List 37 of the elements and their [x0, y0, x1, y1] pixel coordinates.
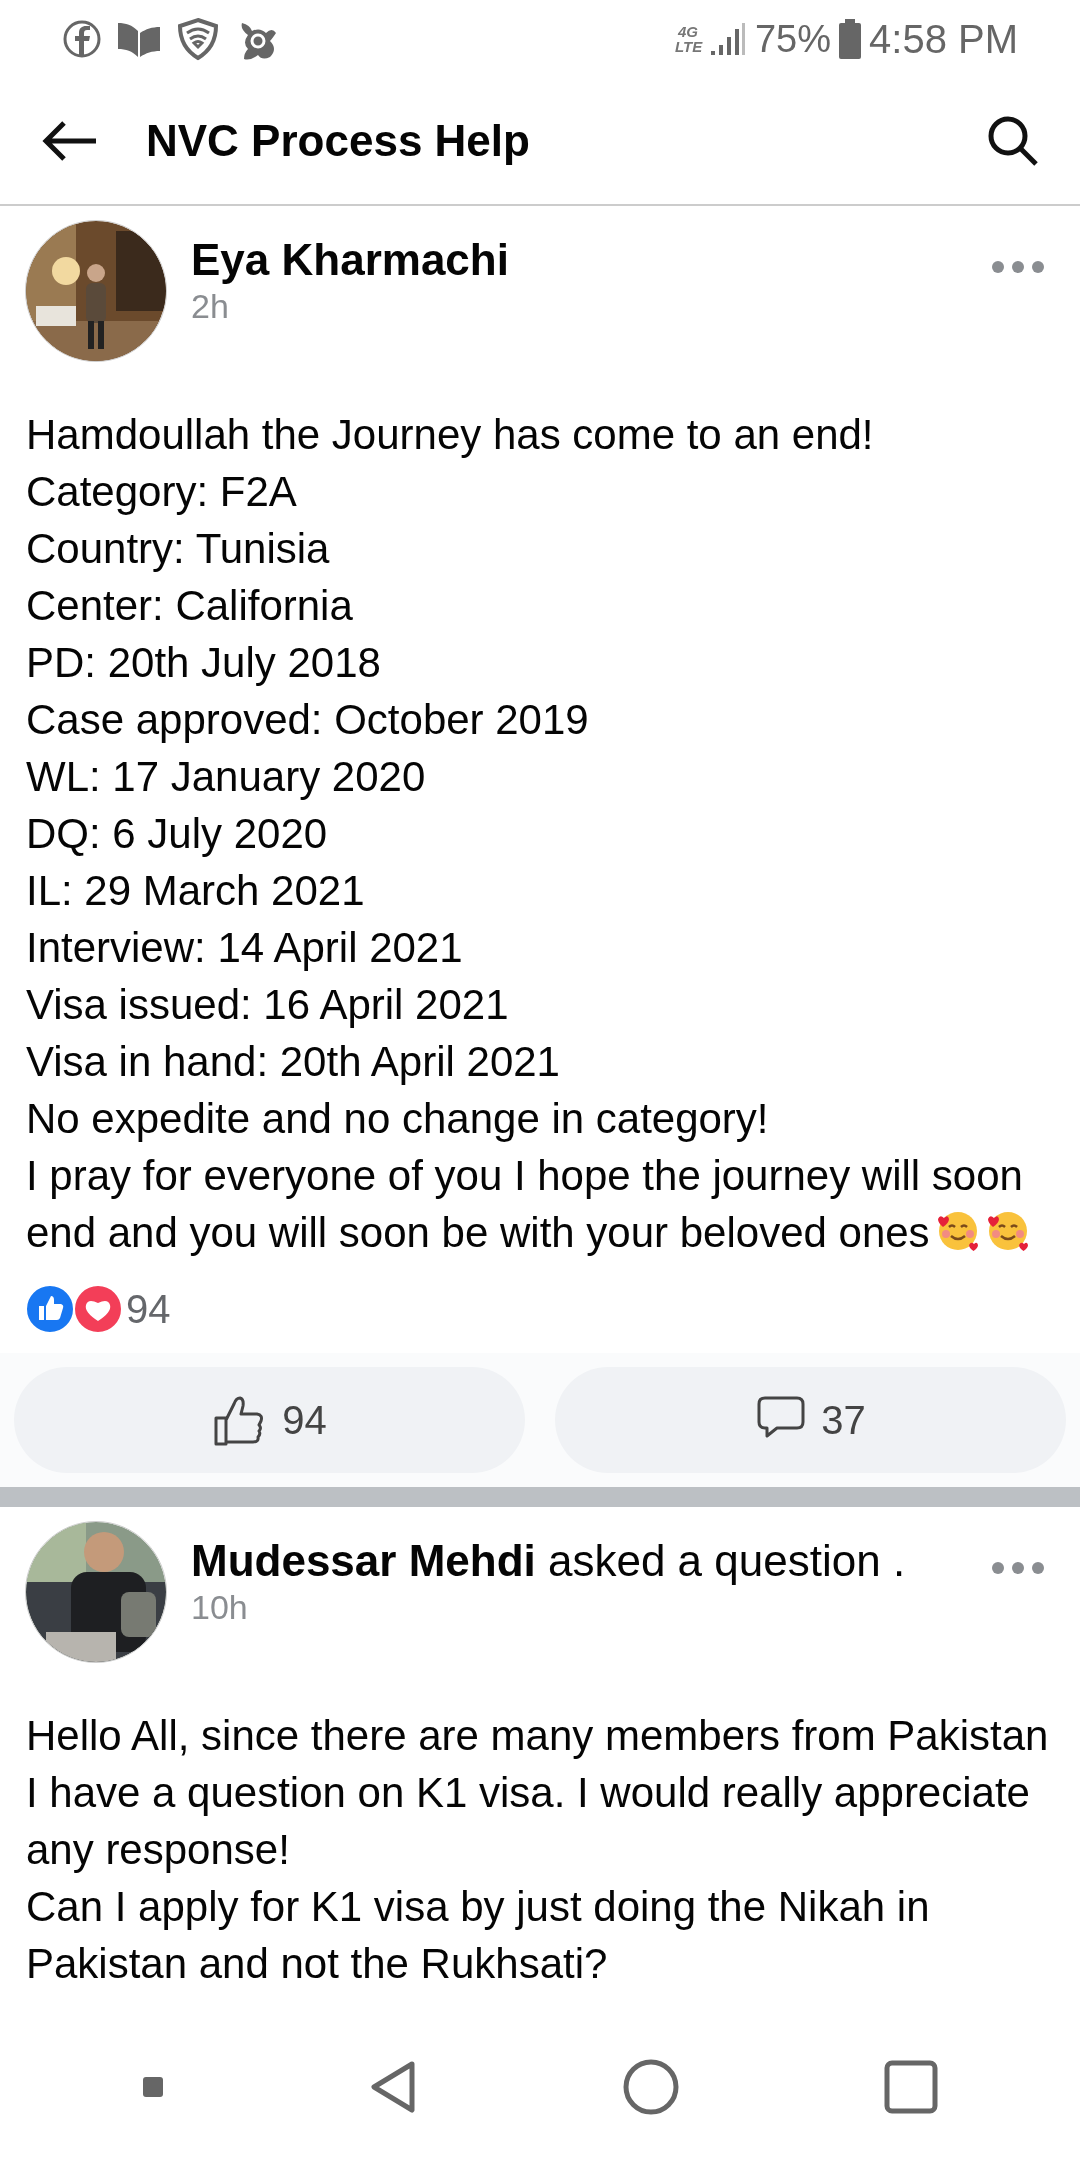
- post-text: Country: Tunisia: [26, 524, 331, 574]
- network-type-label: 4G LTE: [674, 24, 701, 54]
- post-text: Hello All, since there are many members from Pakistan I have a question on K1 visa. I would really appreciate any response!: [26, 1711, 1050, 1875]
- search-icon[interactable]: [986, 114, 1040, 168]
- like-button[interactable]: 94: [14, 1367, 525, 1473]
- post-text: PD: 20th July 2018: [26, 638, 382, 688]
- post-text: Visa issued: 16 April 2021: [26, 980, 510, 1030]
- post-text: Interview: 14 April 2021: [26, 923, 464, 973]
- reaction-count: 94: [126, 1286, 171, 1333]
- post-author-line: Eya Kharmachi: [191, 234, 510, 286]
- post-text: Can I apply for K1 visa by just doing the Nikah in Pakistan and not the Rukhsati?: [26, 1882, 931, 1989]
- shield-icon: [176, 17, 220, 61]
- home-icon[interactable]: [622, 2059, 679, 2115]
- post-text: Hamdoullah the Journey has come to an end!: [26, 410, 875, 460]
- signal-icon: [708, 21, 747, 57]
- post-text: DQ: 6 July 2020: [26, 809, 329, 859]
- post-text: No expedite and no change in category!: [26, 1094, 770, 1144]
- battery-percent: 75%: [754, 16, 832, 62]
- recent-apps-icon[interactable]: [883, 2060, 938, 2114]
- post-text: WL: 17 January 2020: [26, 752, 427, 802]
- post-text: Visa in hand: 20th April 2021: [26, 1037, 561, 1087]
- comment-button[interactable]: 37: [555, 1367, 1066, 1473]
- post-text: Case approved: October 2019: [26, 695, 590, 745]
- post-author-line: Mudessar Mehdi asked a question .: [191, 1535, 907, 1587]
- post-text: IL: 29 March 2021: [26, 866, 366, 916]
- clock: 4:58 PM: [869, 16, 1018, 63]
- battery-icon: [839, 19, 862, 59]
- post-text: I pray for everyone of you I hope the journey will soon end and you will soon be with your beloved ones: [26, 1147, 1054, 1261]
- more-options-icon[interactable]: [991, 1561, 1045, 1575]
- post-text: Category: F2A: [26, 467, 298, 517]
- facebook-icon: [62, 19, 102, 59]
- post-time: 2h: [191, 286, 230, 326]
- group-title: NVC Process Help: [146, 115, 531, 167]
- like-heart-reactions-icon: [24, 1283, 124, 1335]
- post-text: Center: California: [26, 581, 354, 631]
- more-options-icon[interactable]: [991, 260, 1045, 274]
- post-time: 10h: [191, 1587, 249, 1627]
